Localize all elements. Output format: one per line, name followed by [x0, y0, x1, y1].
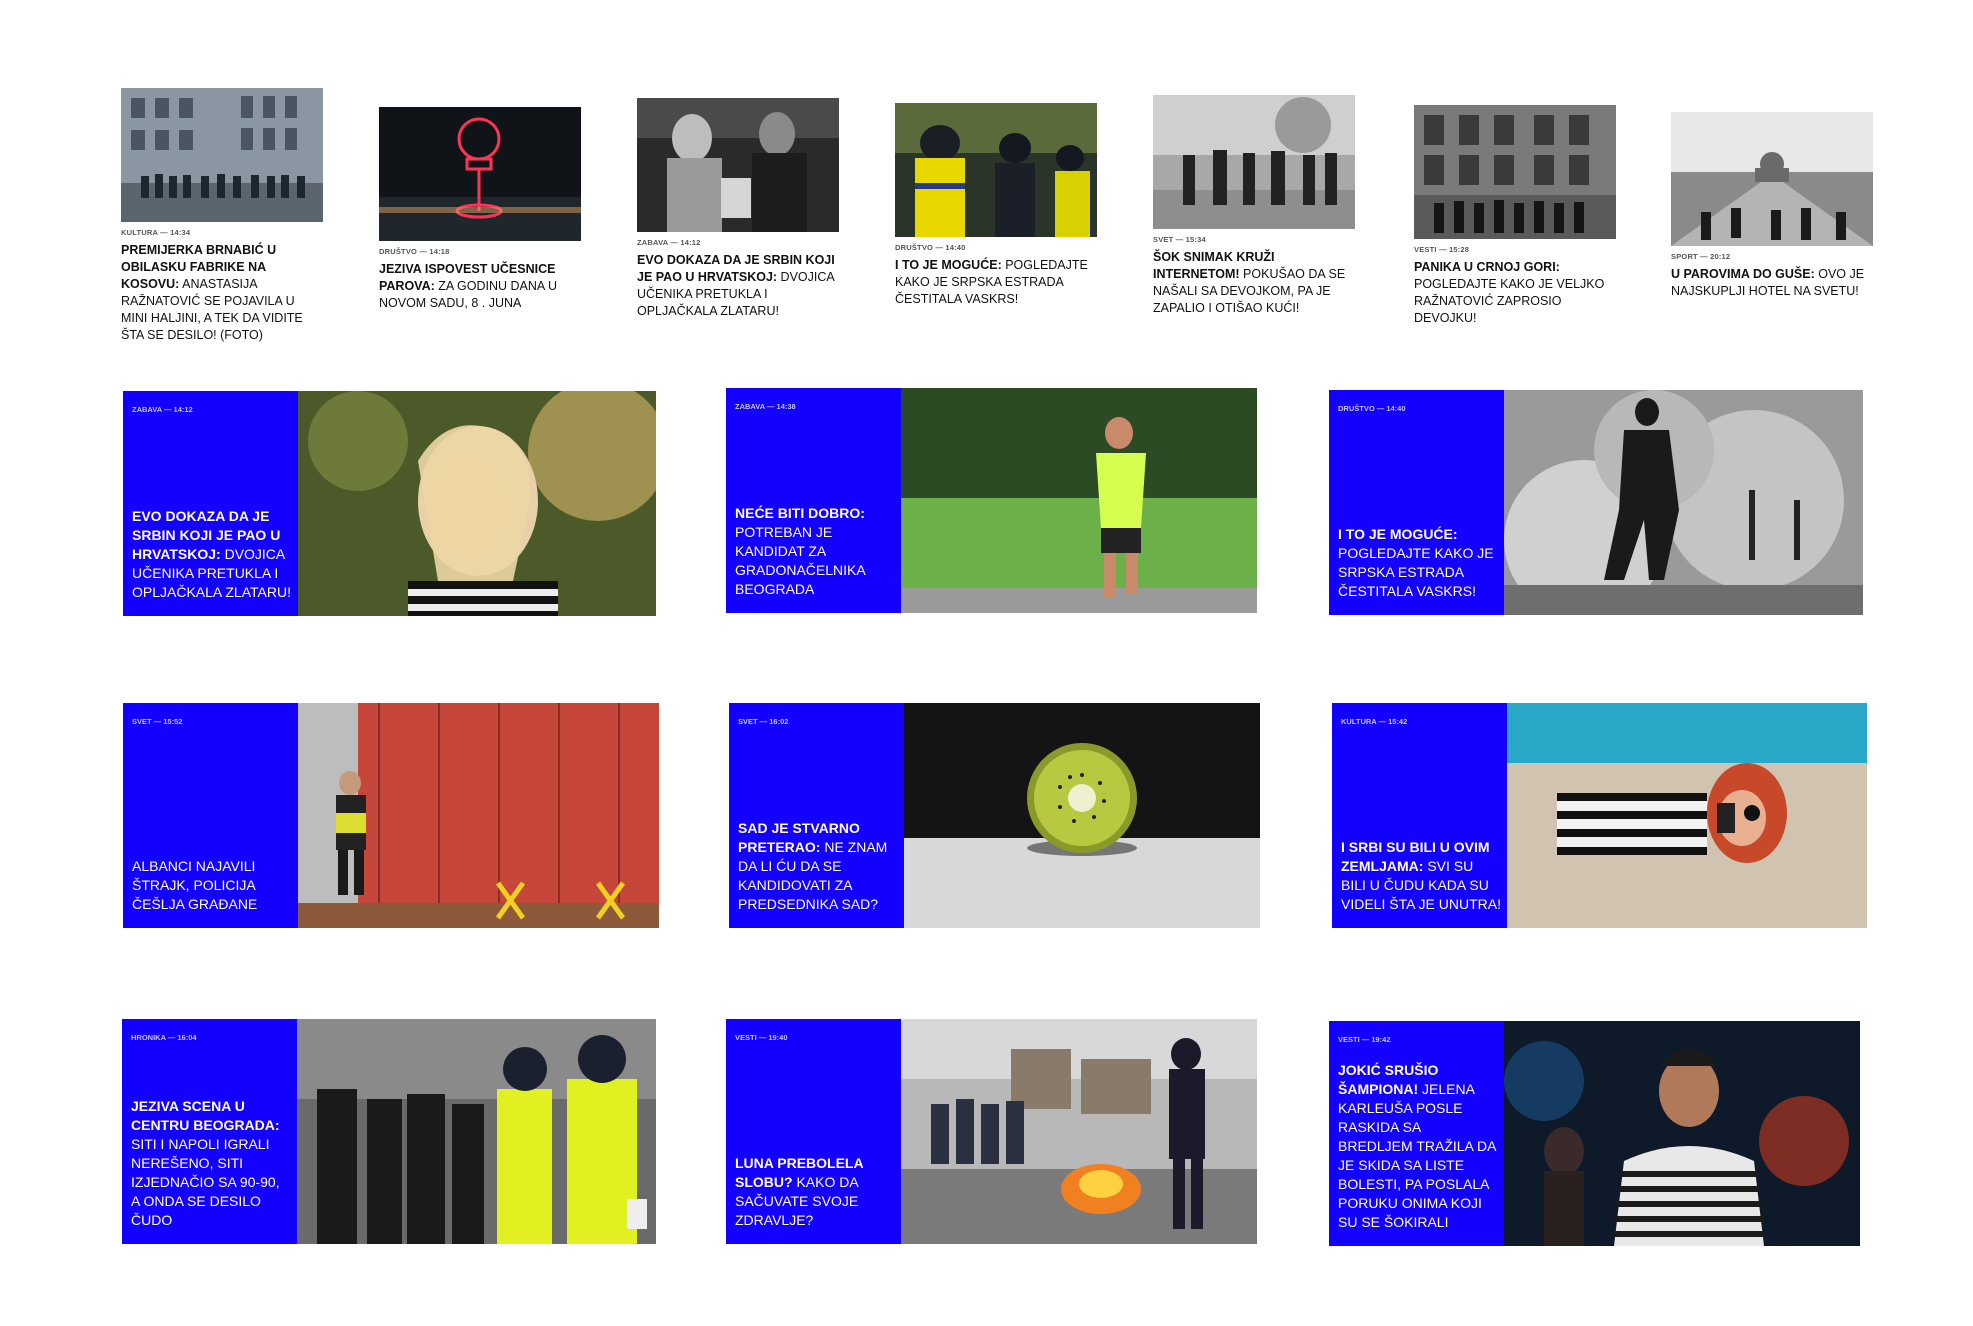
card-headline[interactable]: I SRBI SU BILI U OVIM ZEMLJAMA: SVI SU B…	[1341, 838, 1501, 914]
card-headline[interactable]: ALBANCI NAJAVILI ŠTRAJK, POLICIJA ČEŠLJA…	[132, 857, 292, 914]
news-card-small[interactable]: SPORT — 20:12 U PAROVIMA DO GUŠE: OVO JE…	[1671, 112, 1873, 300]
news-card-large[interactable]: HRONIKA — 16:04 JEZIVA SCENA U CENTRU BE…	[122, 1019, 656, 1244]
news-photo[interactable]	[1504, 1021, 1860, 1246]
card-headline[interactable]: JEZIVA ISPOVEST UČESNICE PAROVA: ZA GODI…	[379, 261, 581, 312]
card-text-panel: ZABAVA — 14:12 EVO DOKAZA DA JE SRBIN KO…	[123, 391, 298, 616]
card-category: VESTI — 19:40	[735, 1033, 788, 1042]
news-thumbnail[interactable]	[1153, 95, 1355, 229]
card-category: HRONIKA — 16:04	[131, 1033, 197, 1042]
card-headline[interactable]: EVO DOKAZA DA JE SRBIN KOJI JE PAO U HRV…	[132, 507, 292, 602]
news-photo[interactable]	[297, 1019, 656, 1244]
news-thumbnail[interactable]	[895, 103, 1097, 237]
headline-lead: I TO JE MOGUĆE:	[895, 258, 1002, 272]
headline-lead: NEĆE BITI DOBRO:	[735, 505, 865, 521]
card-text-panel: VESTI — 19:42 JOKIĆ SRUŠIO ŠAMPIONA! JEL…	[1329, 1021, 1504, 1246]
news-photo[interactable]	[1507, 703, 1867, 928]
card-category: ZABAVA — 14:12	[637, 238, 701, 247]
headline-lead: U PAROVIMA DO GUŠE:	[1671, 267, 1815, 281]
card-headline[interactable]: I TO JE MOGUĆE: POGLEDAJTE KAKO JE SRPSK…	[895, 257, 1097, 308]
headline-text: SITI I NAPOLI IGRALI NEREŠENO, SITI IZJE…	[131, 1136, 280, 1228]
news-card-large[interactable]: VESTI — 19:40 LUNA PREBOLELA SLOBU? KAKO…	[726, 1019, 1257, 1244]
card-headline[interactable]: NEĆE BITI DOBRO: POTREBAN JE KANDIDAT ZA…	[735, 504, 895, 599]
card-category: ZABAVA — 14:38	[735, 402, 796, 411]
card-text-panel: SVET — 16:02 SAD JE STVARNO PRETERAO: NE…	[729, 703, 904, 928]
card-text-panel: VESTI — 19:40 LUNA PREBOLELA SLOBU? KAKO…	[726, 1019, 901, 1244]
news-photo[interactable]	[904, 703, 1260, 928]
news-card-large[interactable]: SVET — 16:02 SAD JE STVARNO PRETERAO: NE…	[729, 703, 1260, 928]
news-thumbnail[interactable]	[1671, 112, 1873, 246]
card-text-panel: SVET — 15:52 ALBANCI NAJAVILI ŠTRAJK, PO…	[123, 703, 298, 928]
card-category: ZABAVA — 14:12	[132, 405, 193, 414]
card-text-panel: ZABAVA — 14:38 NEĆE BITI DOBRO: POTREBAN…	[726, 388, 901, 613]
card-headline[interactable]: SAD JE STVARNO PRETERAO: NE ZNAM DA LI Ć…	[738, 819, 898, 914]
card-headline[interactable]: ŠOK SNIMAK KRUŽI INTERNETOM! POKUŠAO DA …	[1153, 249, 1355, 317]
card-text-panel: DRUŠTVO — 14:40 I TO JE MOGUĆE: POGLEDAJ…	[1329, 390, 1504, 615]
card-category: SVET — 15:52	[132, 717, 183, 726]
headline-text: POGLEDAJTE KAKO JE SRPSKA ESTRADA ČESTIT…	[1338, 545, 1494, 599]
news-thumbnail[interactable]	[121, 88, 323, 222]
headline-text: ALBANCI NAJAVILI ŠTRAJK, POLICIJA ČEŠLJA…	[132, 858, 258, 912]
card-category: SVET — 16:02	[738, 717, 789, 726]
card-category: VESTI — 15:28	[1414, 245, 1470, 254]
news-photo[interactable]	[901, 1019, 1257, 1244]
news-photo[interactable]	[901, 388, 1257, 613]
card-category: KULTURA — 15:42	[1341, 717, 1408, 726]
headline-lead: I TO JE MOGUĆE:	[1338, 526, 1458, 542]
card-category: KULTURA — 14:34	[121, 228, 191, 237]
news-card-small[interactable]: DRUŠTVO — 14:18 JEZIVA ISPOVEST UČESNICE…	[379, 107, 581, 312]
news-thumbnail[interactable]	[1414, 105, 1616, 239]
card-category: DRUŠTVO — 14:18	[379, 247, 450, 256]
news-card-small[interactable]: SVET — 15:34 ŠOK SNIMAK KRUŽI INTERNETOM…	[1153, 95, 1355, 317]
card-headline[interactable]: PREMIJERKA BRNABIĆ U OBILASKU FABRIKE NA…	[121, 242, 323, 344]
news-thumbnail[interactable]	[637, 98, 839, 232]
card-category: VESTI — 19:42	[1338, 1035, 1391, 1044]
news-card-large[interactable]: ZABAVA — 14:38 NEĆE BITI DOBRO: POTREBAN…	[726, 388, 1257, 613]
news-photo[interactable]	[1504, 390, 1863, 615]
news-card-small[interactable]: KULTURA — 14:34 PREMIJERKA BRNABIĆ U OBI…	[121, 88, 323, 344]
card-category: SVET — 15:34	[1153, 235, 1206, 244]
news-card-large[interactable]: KULTURA — 15:42 I SRBI SU BILI U OVIM ZE…	[1332, 703, 1867, 928]
card-category: DRUŠTVO — 14:40	[895, 243, 966, 252]
headline-text: POTREBAN JE KANDIDAT ZA GRADONAČELNIKA B…	[735, 524, 865, 597]
news-card-small[interactable]: VESTI — 15:28 PANIKA U CRNOJ GORI: POGLE…	[1414, 105, 1616, 327]
news-card-small[interactable]: DRUŠTVO — 14:40 I TO JE MOGUĆE: POGLEDAJ…	[895, 103, 1097, 308]
card-text-panel: HRONIKA — 16:04 JEZIVA SCENA U CENTRU BE…	[122, 1019, 297, 1244]
headline-lead: JEZIVA SCENA U CENTRU BEOGRADA:	[131, 1098, 280, 1133]
card-headline[interactable]: PANIKA U CRNOJ GORI: POGLEDAJTE KAKO JE …	[1414, 259, 1616, 327]
card-text-panel: KULTURA — 15:42 I SRBI SU BILI U OVIM ZE…	[1332, 703, 1507, 928]
card-headline[interactable]: U PAROVIMA DO GUŠE: OVO JE NAJSKUPLJI HO…	[1671, 266, 1873, 300]
card-category: SPORT — 20:12	[1671, 252, 1731, 261]
card-headline[interactable]: JEZIVA SCENA U CENTRU BEOGRADA: SITI I N…	[131, 1097, 291, 1230]
card-category: DRUŠTVO — 14:40	[1338, 404, 1406, 413]
news-photo[interactable]	[298, 703, 659, 928]
news-photo[interactable]	[298, 391, 656, 616]
news-card-large[interactable]: SVET — 15:52 ALBANCI NAJAVILI ŠTRAJK, PO…	[123, 703, 659, 928]
headline-lead: PANIKA U CRNOJ GORI:	[1414, 260, 1560, 274]
news-card-large[interactable]: VESTI — 19:42 JOKIĆ SRUŠIO ŠAMPIONA! JEL…	[1329, 1021, 1860, 1246]
card-headline[interactable]: I TO JE MOGUĆE: POGLEDAJTE KAKO JE SRPSK…	[1338, 525, 1498, 601]
card-headline[interactable]: EVO DOKAZA DA JE SRBIN KOJI JE PAO U HRV…	[637, 252, 839, 320]
headline-text: POGLEDAJTE KAKO JE VELJKO RAŽNATOVIĆ ZAP…	[1414, 277, 1605, 325]
news-card-large[interactable]: DRUŠTVO — 14:40 I TO JE MOGUĆE: POGLEDAJ…	[1329, 390, 1863, 615]
news-card-small[interactable]: ZABAVA — 14:12 EVO DOKAZA DA JE SRBIN KO…	[637, 98, 839, 320]
card-headline[interactable]: JOKIĆ SRUŠIO ŠAMPIONA! JELENA KARLEUŠA P…	[1338, 1061, 1498, 1232]
news-thumbnail[interactable]	[379, 107, 581, 241]
card-headline[interactable]: LUNA PREBOLELA SLOBU? KAKO DA SAČUVATE S…	[735, 1154, 895, 1230]
headline-text: JELENA KARLEUŠA POSLE RASKIDA SA BREDLJE…	[1338, 1081, 1496, 1230]
news-card-large[interactable]: ZABAVA — 14:12 EVO DOKAZA DA JE SRBIN KO…	[123, 391, 656, 616]
